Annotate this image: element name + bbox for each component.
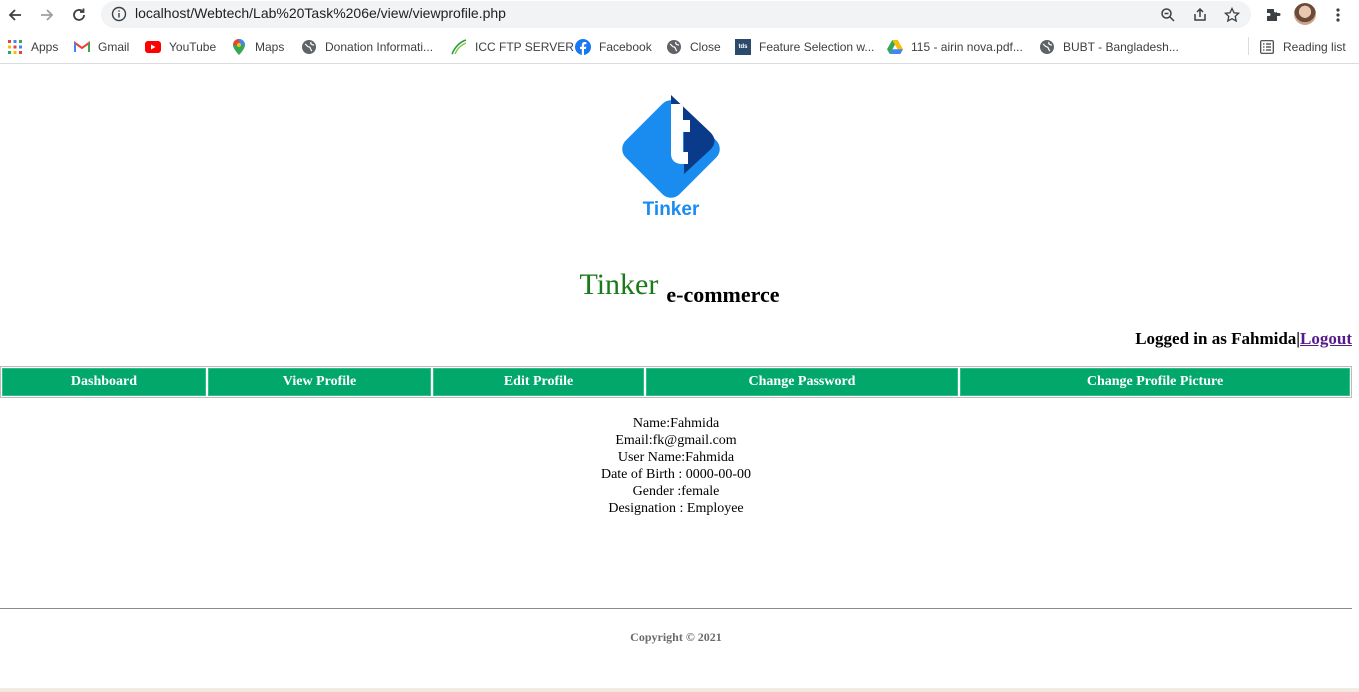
bottom-strip bbox=[0, 688, 1359, 692]
bookmark-feature-selection[interactable]: tds Feature Selection w... bbox=[735, 38, 874, 56]
maps-pin-icon bbox=[231, 39, 247, 55]
bookmark-bubt[interactable]: BUBT - Bangladesh... bbox=[1039, 38, 1179, 56]
reload-button[interactable] bbox=[68, 4, 90, 26]
profile-designation: Designation : Employee bbox=[608, 501, 744, 516]
browser-toolbar: localhost/Webtech/Lab%20Task%206e/view/v… bbox=[0, 0, 1359, 30]
url-text: localhost/Webtech/Lab%20Task%206e/view/v… bbox=[135, 5, 506, 21]
tds-text: tds bbox=[738, 44, 748, 50]
bookmark-close[interactable]: Close bbox=[666, 38, 721, 56]
profile-dob: Date of Birth : 0000-00-00 bbox=[600, 467, 752, 482]
profile-username: User Name:Fahmida bbox=[617, 450, 735, 465]
youtube-icon bbox=[145, 39, 161, 55]
bookmarks-separator bbox=[1248, 37, 1249, 55]
bookmark-donation[interactable]: Donation Informati... bbox=[301, 38, 433, 56]
extensions-icon[interactable] bbox=[1263, 5, 1283, 25]
address-bar[interactable]: localhost/Webtech/Lab%20Task%206e/view/v… bbox=[101, 1, 1251, 28]
bookmark-label: YouTube bbox=[169, 40, 217, 54]
brand-name: Tinker bbox=[579, 268, 659, 301]
reload-icon bbox=[73, 8, 85, 21]
back-button[interactable] bbox=[4, 4, 26, 26]
back-arrow-icon bbox=[8, 9, 21, 21]
profile-avatar[interactable] bbox=[1294, 3, 1316, 25]
reading-list-label: Reading list bbox=[1283, 40, 1346, 54]
bookmark-label: Close bbox=[690, 40, 721, 54]
apps-grid-icon bbox=[7, 39, 23, 55]
tinker-logo: Tinker bbox=[622, 95, 720, 220]
drive-icon bbox=[887, 39, 903, 55]
footer-divider bbox=[0, 608, 1352, 609]
bookmark-label: Donation Informati... bbox=[325, 40, 434, 54]
bookmark-youtube[interactable]: YouTube bbox=[145, 38, 216, 56]
bookmark-label: Apps bbox=[31, 40, 59, 54]
bookmark-label: ICC FTP SERVER bbox=[475, 40, 574, 54]
bookmarks-bar: Apps Gmail YouTube Maps Donation Informa… bbox=[0, 30, 1359, 64]
facebook-icon bbox=[575, 39, 591, 55]
bookmark-label: Gmail bbox=[98, 40, 130, 54]
menu-kebab-icon[interactable] bbox=[1328, 5, 1348, 25]
zoom-icon[interactable] bbox=[1159, 6, 1177, 24]
profile-details: Name:Fahmida Email:fk@gmail.com User Nam… bbox=[0, 415, 1352, 517]
bookmark-label: Maps bbox=[255, 40, 285, 54]
bookmark-label: 115 - airin nova.pdf... bbox=[911, 40, 1023, 54]
login-status: Logged in as Fahmida|Logout bbox=[1135, 329, 1352, 349]
forward-button[interactable] bbox=[36, 4, 58, 26]
forward-arrow-icon bbox=[41, 9, 54, 21]
gmail-icon bbox=[74, 39, 90, 55]
nav-change-profile-picture[interactable]: Change Profile Picture bbox=[960, 368, 1350, 396]
bookmark-facebook[interactable]: Facebook bbox=[575, 38, 652, 56]
copyright-text: Copyright © 2021 bbox=[630, 630, 722, 644]
info-icon[interactable] bbox=[111, 6, 127, 22]
bookmark-drive-pdf[interactable]: 115 - airin nova.pdf... bbox=[887, 38, 1023, 56]
bookmark-label: Feature Selection w... bbox=[759, 40, 875, 54]
logout-link[interactable]: Logout bbox=[1300, 329, 1352, 348]
bookmark-apps[interactable]: Apps bbox=[7, 38, 58, 56]
reading-list-icon bbox=[1259, 39, 1275, 55]
nav-change-password[interactable]: Change Password bbox=[646, 368, 958, 396]
share-icon[interactable] bbox=[1191, 6, 1209, 24]
bookmark-gmail[interactable]: Gmail bbox=[74, 38, 129, 56]
site-heading: Tinker e-commerce bbox=[0, 268, 1359, 308]
logo-text: Tinker bbox=[643, 199, 700, 220]
bookmark-star-icon[interactable] bbox=[1223, 6, 1241, 24]
brand-subtitle: e-commerce bbox=[666, 282, 780, 307]
profile-email: Email:fk@gmail.com bbox=[615, 433, 737, 448]
icc-icon bbox=[451, 39, 467, 55]
tds-icon: tds bbox=[735, 39, 751, 55]
profile-name: Name:Fahmida bbox=[632, 416, 720, 431]
logged-in-text: Logged in as Fahmida bbox=[1135, 329, 1297, 348]
bookmark-maps[interactable]: Maps bbox=[231, 38, 284, 56]
nav-edit-profile[interactable]: Edit Profile bbox=[433, 368, 644, 396]
main-nav: Dashboard View Profile Edit Profile Chan… bbox=[0, 366, 1352, 398]
reading-list-button[interactable]: Reading list bbox=[1259, 38, 1346, 56]
globe-icon bbox=[666, 39, 682, 55]
profile-gender: Gender :female bbox=[632, 484, 720, 499]
nav-dashboard[interactable]: Dashboard bbox=[2, 368, 206, 396]
bookmark-label: BUBT - Bangladesh... bbox=[1063, 40, 1179, 54]
globe-icon bbox=[301, 39, 317, 55]
bookmark-label: Facebook bbox=[599, 40, 652, 54]
globe-icon bbox=[1039, 39, 1055, 55]
nav-view-profile[interactable]: View Profile bbox=[208, 368, 431, 396]
bookmark-icc-ftp[interactable]: ICC FTP SERVER bbox=[451, 38, 574, 56]
